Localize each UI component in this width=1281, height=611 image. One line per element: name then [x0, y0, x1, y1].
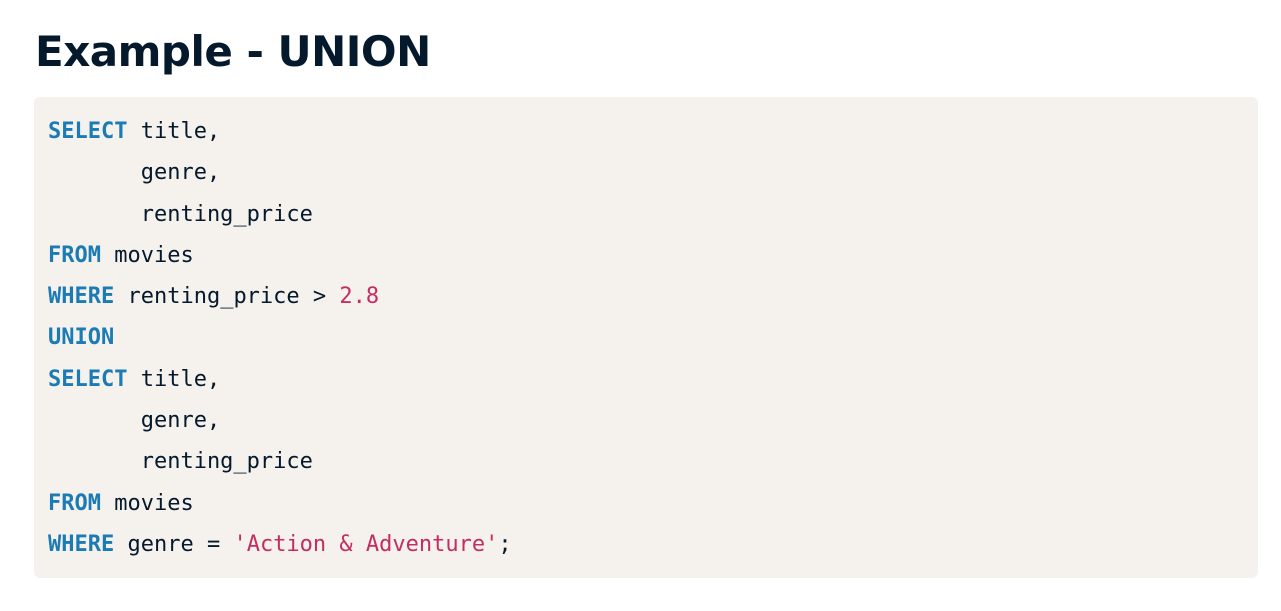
numeric-literal: 2.8 — [339, 284, 380, 310]
code-text: genre, — [48, 408, 221, 434]
sql-keyword: WHERE — [48, 531, 115, 557]
code-line-9: renting_price — [48, 441, 1258, 482]
code-text: movies — [100, 490, 194, 516]
code-text: renting_price — [48, 449, 313, 475]
code-text: movies — [100, 242, 194, 268]
code-text: title, — [127, 119, 221, 144]
code-text: renting_price > — [114, 284, 340, 310]
code-text: genre, — [48, 160, 221, 186]
slide-title: Example - UNION — [35, 27, 431, 76]
code-text: renting_price — [48, 201, 313, 227]
sql-keyword: SELECT — [48, 366, 128, 392]
code-text: title, — [127, 366, 221, 392]
code-line-1: SELECT title, — [48, 111, 1258, 152]
sql-keyword: FROM — [48, 490, 101, 516]
sql-keyword: SELECT — [48, 119, 128, 144]
code-text: ; — [498, 531, 512, 557]
code-line-2: genre, — [48, 152, 1258, 193]
string-literal: 'Action & Adventure' — [233, 531, 499, 557]
sql-keyword: FROM — [48, 242, 101, 268]
code-line-6: UNION — [48, 317, 1258, 358]
sql-code-block: SELECT title, genre, renting_price FROM … — [34, 97, 1258, 578]
code-line-7: SELECT title, — [48, 359, 1258, 400]
sql-keyword: WHERE — [48, 284, 115, 310]
sql-keyword: UNION — [48, 325, 115, 351]
code-line-8: genre, — [48, 400, 1258, 441]
slide: Example - UNION SELECT title, genre, ren… — [0, 0, 1281, 611]
code-line-4: FROM movies — [48, 235, 1258, 276]
code-text: genre = — [114, 531, 234, 557]
code-line-5: WHERE renting_price > 2.8 — [48, 276, 1258, 317]
code-line-10: FROM movies — [48, 483, 1258, 524]
code-line-3: renting_price — [48, 194, 1258, 235]
code-line-11: WHERE genre = 'Action & Adventure'; — [48, 524, 1258, 565]
